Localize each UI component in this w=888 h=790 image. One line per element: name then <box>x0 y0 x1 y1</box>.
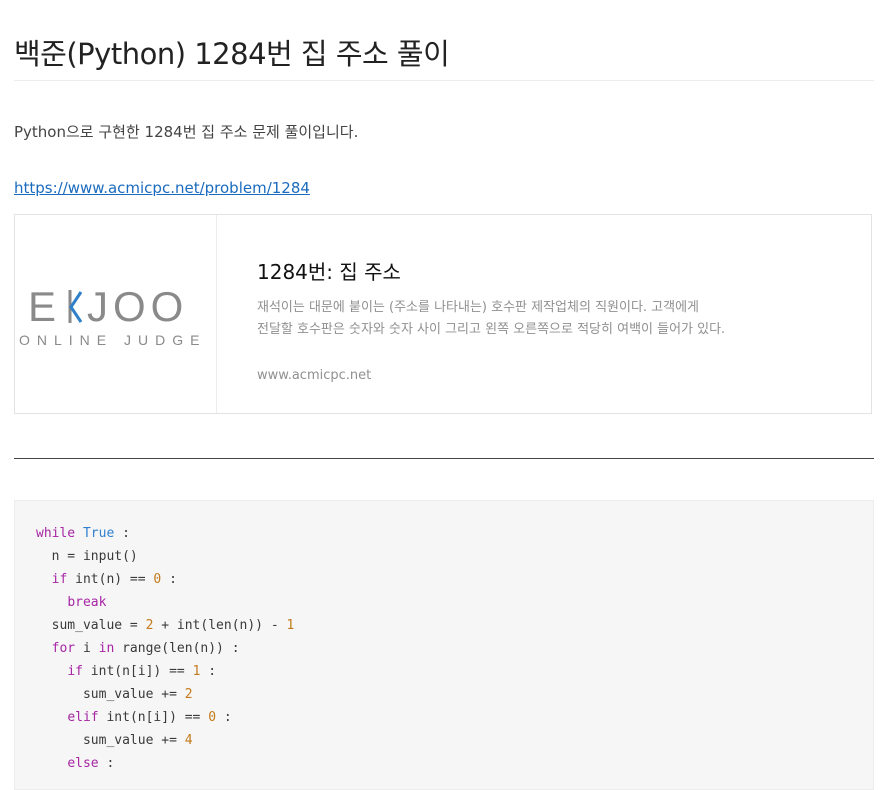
link-preview-card[interactable]: E JOO ONLINE JUDGE 1284번: 집 주소 재석이는 대문에 … <box>14 214 872 414</box>
horizontal-rule <box>14 458 874 459</box>
problem-link[interactable]: https://www.acmicpc.net/problem/1284 <box>14 179 310 197</box>
title-divider <box>14 80 874 81</box>
code-line: sum_value = 2 + int(len(n)) - 1 <box>51 618 295 633</box>
post-title: 백준(Python) 1284번 집 주소 풀이 <box>14 37 450 72</box>
link-card-title[interactable]: 1284번: 집 주소 <box>257 256 401 285</box>
baekjoon-logo-icon: E JOO ONLINE JUDGE <box>19 283 206 348</box>
svg-text:E: E <box>28 283 60 330</box>
code-content: while True : n = input() if int(n) == 0 … <box>36 522 294 775</box>
link-card-host: www.acmicpc.net <box>257 368 372 383</box>
post-intro: Python으로 구현한 1284번 집 주소 문제 풀이입니다. <box>14 123 359 141</box>
code-line: elif int(n[i]) == 0 : <box>67 710 232 725</box>
code-line: while True : <box>36 526 130 541</box>
baekjoon-logo-thumbnail: E JOO ONLINE JUDGE <box>15 215 217 413</box>
svg-text:ONLINE JUDGE: ONLINE JUDGE <box>19 332 206 348</box>
code-line: if int(n[i]) == 1 : <box>67 664 217 679</box>
code-line: for i in range(len(n)) : <box>51 641 240 656</box>
link-card-description: 재석이는 대문에 붙이는 (주소를 나타내는) 호수판 제작업체의 직원이다. … <box>257 300 726 337</box>
code-line: sum_value += 4 <box>82 733 193 748</box>
code-block: while True : n = input() if int(n) == 0 … <box>14 500 874 790</box>
code-line: n = input() <box>51 549 138 564</box>
svg-text:JOO: JOO <box>87 283 188 330</box>
code-line: break <box>67 595 107 610</box>
code-line: sum_value += 2 <box>82 687 193 702</box>
code-line: if int(n) == 0 : <box>51 572 177 587</box>
